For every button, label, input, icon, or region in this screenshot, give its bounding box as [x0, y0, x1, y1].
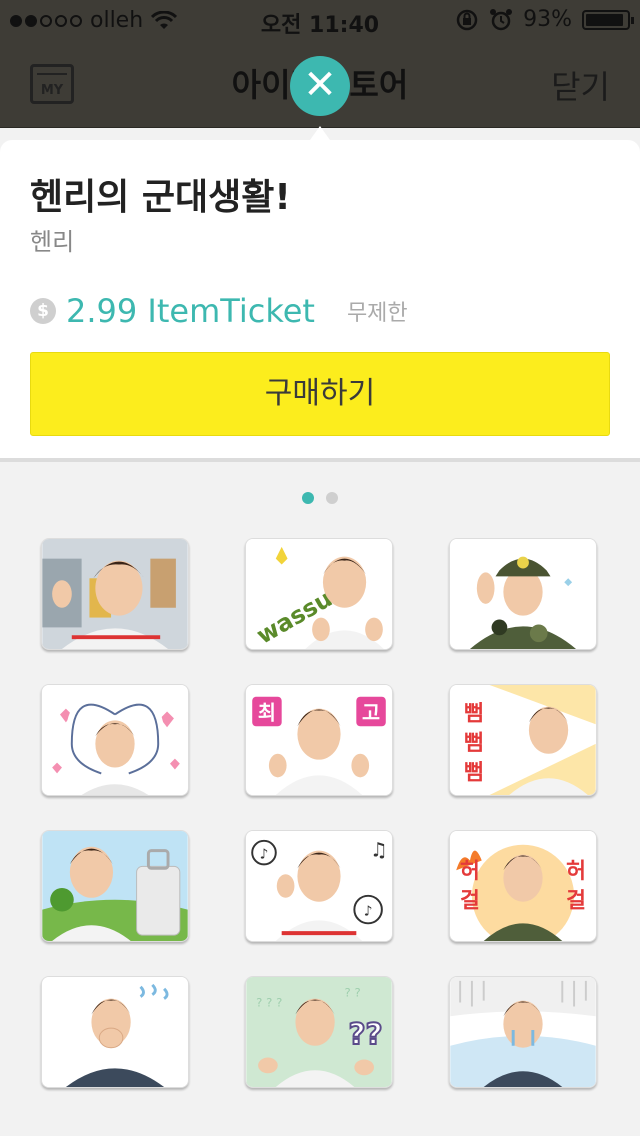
sticker-worried[interactable]: [41, 976, 189, 1088]
item-artist: 헨리: [30, 228, 75, 256]
sticker-wassup[interactable]: wassup!: [245, 538, 393, 650]
buy-button[interactable]: 구매하기: [30, 352, 610, 436]
svg-text:고: 고: [362, 701, 380, 724]
price-row: $ 2.99 ItemTicket 무제한: [30, 292, 408, 330]
item-period: 무제한: [346, 301, 408, 326]
item-panel: 헨리의 군대생활! 헨리 $ 2.99 ItemTicket 무제한 구매하기: [0, 140, 640, 458]
page-dot-2[interactable]: [326, 492, 338, 504]
svg-text:♫: ♫: [370, 839, 388, 862]
svg-text:걸: 걸: [566, 889, 586, 914]
sticker-crying[interactable]: [449, 976, 597, 1088]
svg-text:♪: ♪: [364, 903, 373, 919]
svg-text:걸: 걸: [460, 889, 480, 914]
sticker-waving[interactable]: [41, 538, 189, 650]
svg-text:최: 최: [258, 701, 276, 724]
divider: [0, 458, 640, 462]
page-dot-1[interactable]: [302, 492, 314, 504]
svg-text:허: 허: [460, 859, 480, 884]
sticker-salute[interactable]: [449, 538, 597, 650]
svg-text:? ? ?: ? ? ?: [256, 995, 282, 1009]
dollar-coin-icon: $: [30, 298, 56, 324]
sticker-thumbs-up[interactable]: 최 고: [245, 684, 393, 796]
popover-arrow: [310, 126, 330, 140]
svg-text:허: 허: [566, 859, 586, 884]
close-x-icon[interactable]: ✕: [290, 56, 350, 116]
svg-text:뻠: 뻠: [464, 731, 484, 756]
svg-text:뻠: 뻠: [464, 760, 484, 785]
sticker-music[interactable]: ♪ ♫ ♪: [245, 830, 393, 942]
status-bar: olleh 오전 11:40 93%: [0, 0, 640, 40]
sticker-suitcase[interactable]: [41, 830, 189, 942]
battery-percent: 93%: [523, 7, 572, 32]
page-indicator: [0, 492, 640, 504]
svg-text:? ?: ? ?: [345, 986, 361, 1000]
svg-text:뻠: 뻠: [464, 701, 484, 726]
svg-text:♪: ♪: [260, 847, 269, 863]
sticker-confused[interactable]: ? ? ? ? ? ??: [245, 976, 393, 1088]
close-button[interactable]: 닫기: [551, 62, 610, 108]
orientation-lock-icon: [456, 9, 478, 30]
sticker-angry-army[interactable]: 허 걸 허 걸: [449, 830, 597, 942]
battery-icon: [582, 9, 634, 30]
sticker-bbam[interactable]: 뻠 뻠 뻠: [449, 684, 597, 796]
sticker-heart-arms[interactable]: [41, 684, 189, 796]
svg-text:??: ??: [348, 1017, 382, 1051]
item-title: 헨리의 군대생활!: [30, 177, 291, 218]
alarm-icon: [490, 8, 513, 30]
item-price: 2.99 ItemTicket: [66, 292, 315, 330]
sticker-detail-screen: { "status_bar": { "carrier": "olleh", "t…: [0, 0, 640, 1136]
